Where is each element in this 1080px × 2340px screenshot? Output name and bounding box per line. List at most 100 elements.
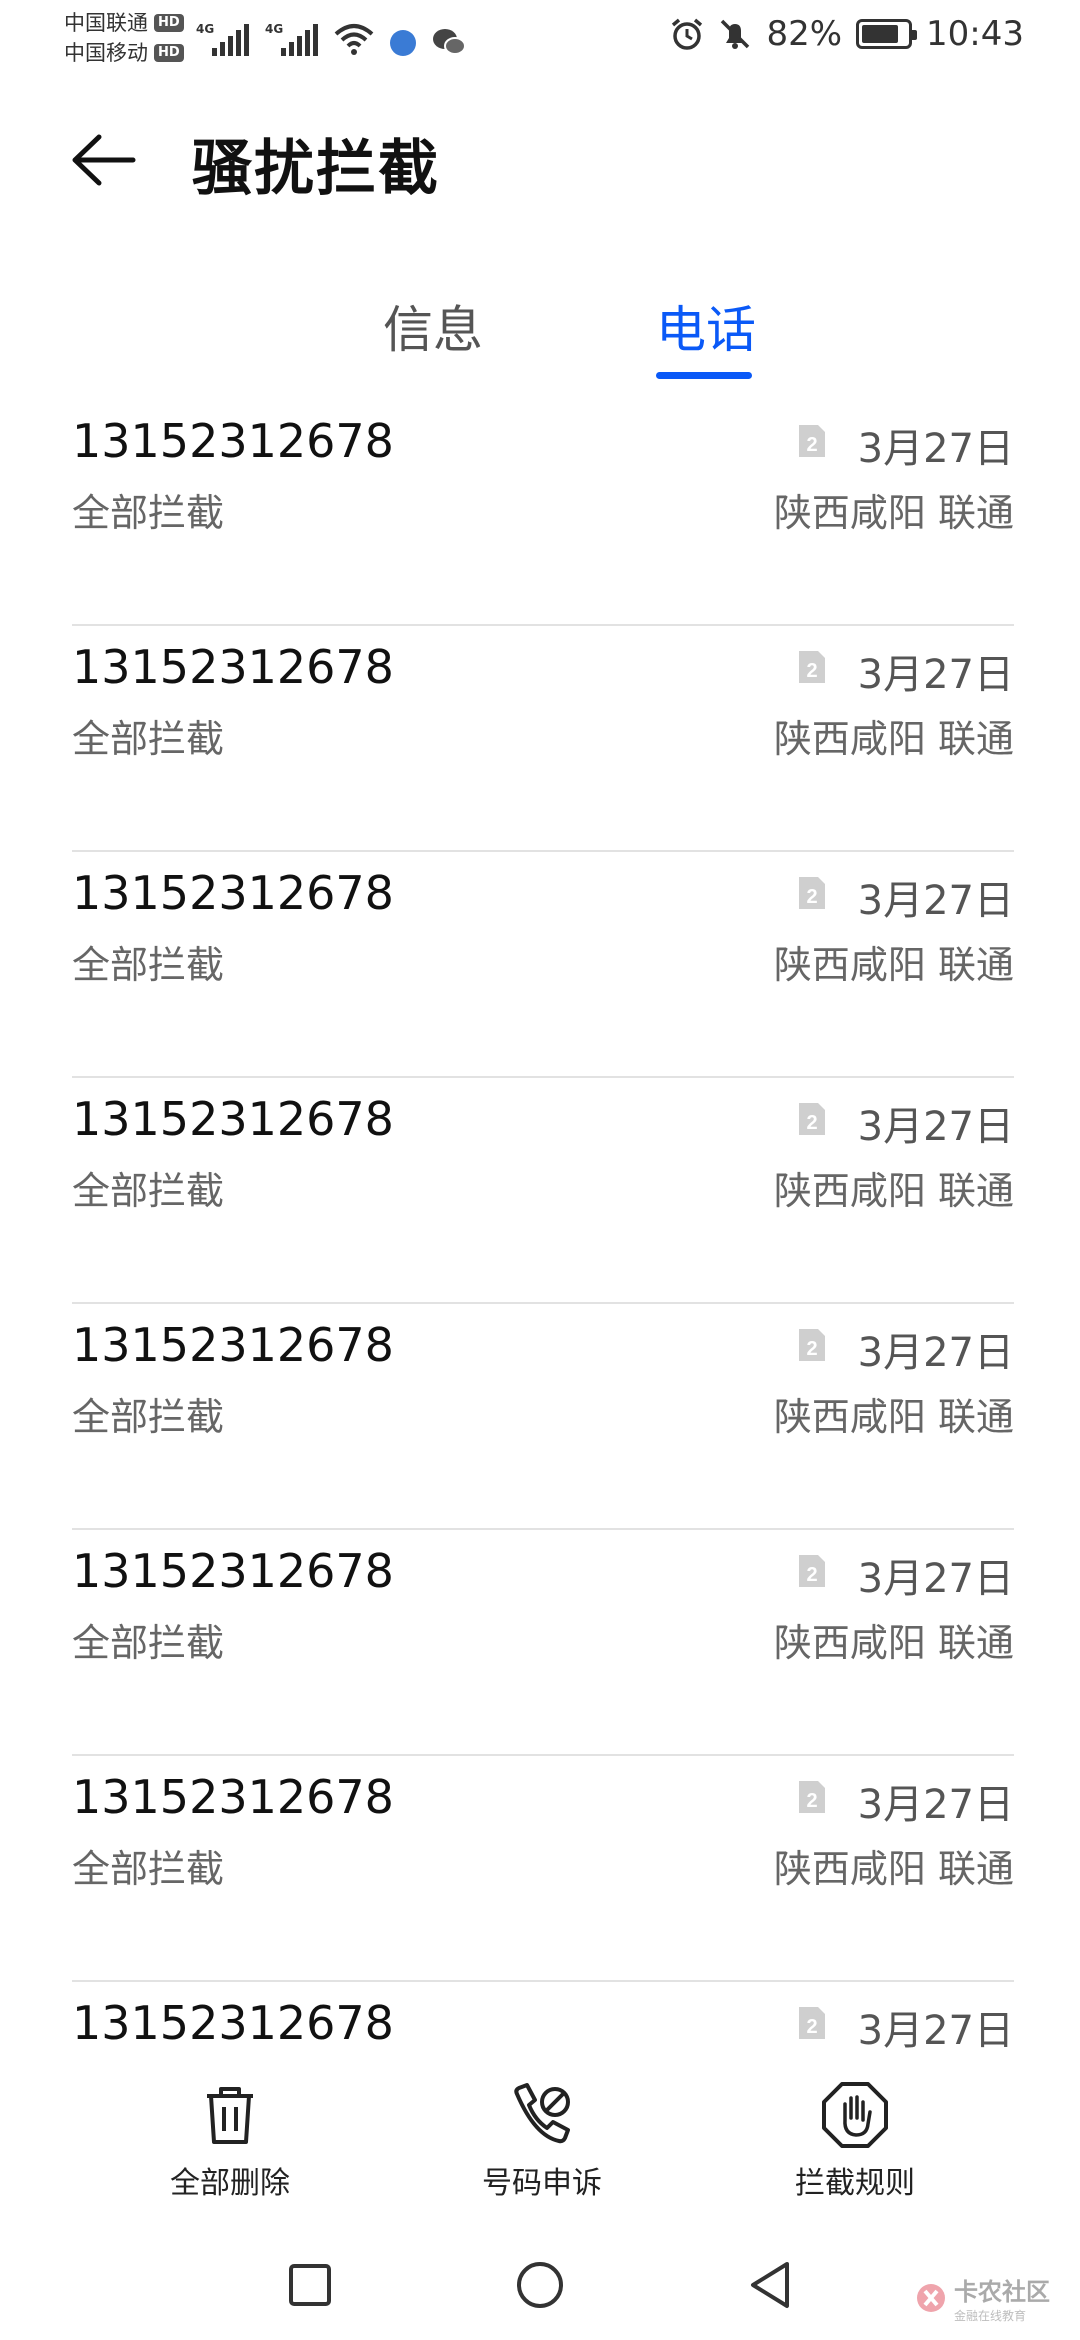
call-location: 陕西咸阳 联通 [773, 1169, 1014, 1213]
watermark-title: 卡农社区 [954, 2278, 1050, 2306]
carrier-info: 中国联通 HD 中国移动 HD [64, 8, 184, 68]
watermark-subtitle: 金融在线教育 [954, 2309, 1027, 2323]
blocked-call-list[interactable]: 13152312678 全部拦截 2 3月27日 陕西咸阳 联通 13152312678 全… [0, 400, 1080, 2080]
call-location: 陕西咸阳 联通 [773, 1621, 1014, 1665]
call-row[interactable]: 13152312678 全部拦截 2 3月27日陕西咸阳 联通 [72, 1078, 1014, 1304]
app-bar: 骚扰拦截 [0, 110, 1080, 210]
call-row[interactable]: 13152312678 全部拦截 2 3月27日陕西咸阳 联通 [72, 852, 1014, 1078]
call-row[interactable]: 13152312678 全部拦截 2 3月27日陕西咸阳 联通 [72, 1304, 1014, 1530]
sim-slot-number: 2 [806, 886, 817, 908]
active-tab-indicator [656, 372, 752, 379]
sim-card-icon: 2 [799, 1329, 825, 1361]
sim-card-icon: 2 [799, 1103, 825, 1135]
block-type: 全部拦截 [72, 1169, 225, 1213]
page-title: 骚扰拦截 [192, 134, 440, 204]
sim-slot-number: 2 [806, 1112, 817, 1134]
call-date: 3月27日 [857, 652, 1014, 698]
number-appeal-label: 号码申诉 [482, 2166, 602, 2201]
call-row[interactable]: 13152312678 全部拦截 2 3月27日 陕西咸阳 联通 [72, 626, 1014, 852]
call-location: 陕西咸阳 联通 [773, 491, 1014, 535]
back-button[interactable] [66, 128, 142, 192]
carrier-2: 中国移动 HD [64, 38, 184, 68]
battery-icon [856, 19, 918, 49]
sim-slot-number: 2 [806, 434, 817, 456]
call-number: 13152312678 [72, 640, 394, 694]
call-number: 13152312678 [72, 1092, 394, 1146]
watermark-logo-icon [917, 2284, 945, 2312]
call-number: 13152312678 [72, 414, 394, 468]
trash-icon [207, 2087, 253, 2144]
call-number: 13152312678 [72, 1544, 394, 1598]
block-type: 全部拦截 [72, 1621, 225, 1665]
hd-badge: HD [154, 44, 184, 62]
block-type: 全部拦截 [72, 943, 225, 987]
call-row[interactable]: 13152312678 全部拦截 2 3月27日陕西咸阳 联通 [72, 400, 1014, 626]
signal-icon: 4G [196, 22, 249, 56]
block-rules-button[interactable]: 拦截规则 [755, 2080, 955, 2202]
carrier-1-name: 中国联通 [64, 11, 148, 35]
block-rules-label: 拦截规则 [795, 2166, 915, 2201]
call-date: 3月27日 [857, 1104, 1014, 1150]
call-row[interactable]: 13152312678 全部拦截 2 3月27日陕西咸阳 联通 [72, 1530, 1014, 1756]
alarm-icon [672, 18, 703, 50]
stop-hand-icon [822, 2082, 888, 2148]
call-number: 13152312678 [72, 1318, 394, 1372]
call-location: 陕西咸阳 联通 [773, 943, 1014, 987]
sim-slot-number: 2 [806, 1790, 817, 1812]
sim-card-icon: 2 [799, 1555, 825, 1587]
call-location: 陕西咸阳 联通 [773, 1395, 1014, 1439]
block-type: 全部拦截 [72, 491, 225, 535]
bottom-toolbar: 全部删除 号码申诉 拦截规则 [0, 2070, 1080, 2210]
sim-slot-number: 2 [806, 1564, 817, 1586]
call-date: 3月27日 [857, 1330, 1014, 1376]
square-icon [289, 2264, 331, 2306]
recents-button[interactable] [275, 2250, 345, 2320]
call-location: 陕西咸阳 联通 [773, 1847, 1014, 1891]
network-gen-label: 4G [265, 22, 284, 36]
sim-card-icon: 2 [799, 2007, 825, 2039]
delete-all-label: 全部删除 [170, 2166, 290, 2201]
system-back-button[interactable] [735, 2250, 805, 2320]
wifi-icon [334, 24, 374, 55]
status-icons-right: 82% 10:43 [670, 14, 1024, 54]
sim-slot-number: 2 [806, 660, 817, 682]
carrier-2-name: 中国移动 [64, 41, 148, 65]
battery-fill [862, 25, 899, 43]
call-date: 3月27日 [857, 426, 1014, 472]
tab-messages[interactable]: 信息 [383, 290, 483, 380]
call-row[interactable]: 13152312678 全部拦截 2 3月27日陕西咸阳 联通 [72, 1756, 1014, 1982]
watermark-text: 卡农社区 金融在线教育 [954, 2272, 1050, 2324]
delete-all-button[interactable]: 全部删除 [130, 2080, 330, 2202]
call-number: 13152312678 [72, 1770, 394, 1824]
call-date: 3月27日 [857, 878, 1014, 924]
call-date: 3月27日 [857, 1556, 1014, 1602]
sim-slot-number: 2 [806, 1338, 817, 1360]
phone-appeal-icon [514, 2083, 570, 2144]
sim-card-icon: 2 [799, 877, 825, 909]
status-bar: 中国联通 HD 中国移动 HD 4G 4G 82% 10:43 [0, 0, 1080, 80]
call-date: 3月27日 [857, 1782, 1014, 1828]
call-row[interactable]: 13152312678 2 3月27日 [72, 1982, 1014, 2080]
clock: 10:43 [926, 14, 1024, 54]
signal-icon: 4G [265, 22, 318, 56]
back-arrow-icon [72, 134, 136, 186]
call-location: 陕西咸阳 联通 [773, 717, 1014, 761]
battery-percent: 82% [766, 14, 843, 54]
browser-notification-icon [390, 30, 416, 56]
carrier-1: 中国联通 HD [64, 8, 184, 38]
call-number: 13152312678 [72, 866, 394, 920]
block-type: 全部拦截 [72, 1847, 225, 1891]
circle-icon [517, 2262, 563, 2308]
hd-badge: HD [154, 14, 184, 32]
sim-card-icon: 2 [799, 425, 825, 457]
number-appeal-button[interactable]: 号码申诉 [442, 2080, 642, 2202]
network-gen-label: 4G [196, 22, 215, 36]
triangle-back-icon [751, 2262, 789, 2308]
home-button[interactable] [505, 2250, 575, 2320]
call-date: 3月27日 [857, 2008, 1014, 2054]
sim-slot-number: 2 [806, 2016, 817, 2038]
tab-calls[interactable]: 电话 [656, 290, 756, 380]
sim-card-icon: 2 [799, 1781, 825, 1813]
status-icons-left: 4G 4G [196, 16, 466, 56]
block-type: 全部拦截 [72, 1395, 225, 1439]
